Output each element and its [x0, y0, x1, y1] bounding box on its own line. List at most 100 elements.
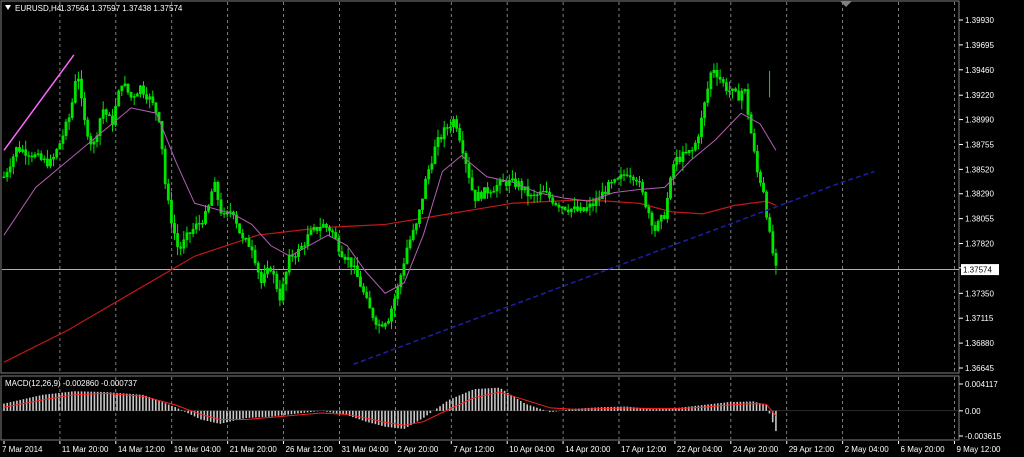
candle-body	[275, 274, 279, 290]
candle-body	[430, 163, 434, 170]
candle-body	[241, 232, 245, 239]
candle-body	[579, 207, 583, 211]
candle-body	[554, 203, 558, 206]
candle-body	[8, 166, 12, 173]
candle-body	[135, 93, 139, 97]
candle-body	[697, 136, 700, 144]
candle-body	[27, 155, 31, 157]
candle-body	[309, 229, 313, 235]
candle-body	[222, 213, 226, 215]
candle-body	[67, 117, 71, 123]
candle-body	[64, 121, 68, 136]
chart-canvas[interactable]: 1.39930 1.39695 1.39460 1.39220 1.38990 1.387…	[0, 0, 1024, 457]
candle-body	[452, 119, 455, 128]
candle-body	[768, 217, 772, 232]
candle-body	[343, 256, 347, 260]
candle-body	[166, 183, 170, 201]
candle-body	[638, 180, 641, 183]
candle-body	[752, 133, 756, 152]
candle-body	[132, 96, 136, 98]
candle-body	[436, 137, 440, 147]
candle-body	[377, 324, 381, 326]
candle-body	[247, 238, 251, 247]
candle-body	[473, 189, 477, 202]
chart-window[interactable]: 1.39930 1.39695 1.39460 1.39220 1.38990 1.387…	[0, 0, 1024, 457]
candle-body	[73, 81, 77, 103]
candle-body	[774, 252, 778, 266]
time-tick-label: 7 Apr 12:00	[453, 445, 494, 454]
time-tick-label: 26 Mar 12:00	[286, 445, 334, 454]
candle-body	[631, 176, 635, 181]
candle-body	[765, 191, 769, 218]
candle-body	[529, 194, 533, 197]
candle-body	[731, 88, 734, 91]
candle-body	[746, 89, 750, 115]
current-price-label: 1.37574	[963, 266, 992, 275]
candle-body	[33, 154, 37, 158]
candle-body	[414, 223, 418, 231]
candle-body	[42, 158, 46, 161]
candle-body	[433, 146, 437, 164]
macd-indicator-label: MACD(12,26,9) -0.002860 -0.000737	[5, 379, 138, 388]
candle-body	[179, 246, 183, 249]
candle-body	[318, 226, 322, 231]
candle-body	[480, 191, 483, 199]
candle-body	[197, 223, 201, 225]
candle-body	[80, 78, 83, 99]
candle-body	[15, 147, 18, 157]
candle-body	[604, 191, 607, 195]
candle-body	[352, 265, 356, 268]
candle-body	[656, 221, 660, 231]
candle-body	[610, 182, 614, 184]
candle-body	[49, 158, 52, 167]
candle-body	[445, 127, 449, 129]
candle-body	[185, 232, 189, 240]
candle-body	[2, 176, 6, 178]
candle-body	[312, 226, 316, 231]
candle-body	[281, 283, 285, 301]
candle-body	[396, 286, 400, 299]
candle-body	[545, 190, 548, 193]
candle-body	[703, 102, 707, 119]
time-tick-label: 2 May 04:00	[845, 445, 890, 454]
candle-body	[263, 273, 266, 283]
price-tick-label: 1.38055	[965, 215, 994, 224]
price-tick-label: 1.37820	[965, 240, 994, 249]
time-tick-label: 2 Apr 20:00	[397, 445, 438, 454]
candle-body	[600, 191, 604, 199]
price-tick-label: 1.39460	[965, 66, 994, 75]
candle-body	[188, 232, 192, 234]
candle-body	[476, 191, 480, 202]
candle-body	[303, 245, 307, 247]
candle-body	[504, 181, 508, 186]
candle-body	[86, 119, 90, 137]
candle-body	[272, 270, 276, 275]
candle-body	[542, 190, 545, 193]
time-tick-label: 14 Mar 12:00	[118, 445, 166, 454]
candle-body	[724, 82, 728, 92]
candle-body	[284, 272, 288, 285]
time-tick-label: 10 Apr 04:00	[509, 445, 555, 454]
candle-body	[92, 141, 96, 145]
candle-body	[148, 96, 152, 100]
candle-body	[625, 174, 629, 176]
candle-body	[194, 223, 198, 230]
candle-body	[328, 227, 331, 231]
candle-body	[442, 127, 446, 140]
price-tick-label: 1.38520	[965, 165, 994, 174]
symbol-label: EURUSD,H4	[15, 4, 62, 13]
price-tick-label: 1.39695	[965, 41, 994, 50]
candle-body	[408, 239, 412, 249]
candle-body	[24, 149, 28, 156]
candle-body	[126, 83, 130, 93]
candle-body	[238, 223, 242, 234]
time-tick-label: 24 Apr 20:00	[733, 445, 779, 454]
candle-body	[117, 90, 121, 107]
candle-body	[641, 182, 645, 193]
candle-body	[70, 102, 74, 118]
candle-body	[402, 263, 406, 276]
time-tick-label: 19 Mar 04:00	[174, 445, 222, 454]
candle-body	[383, 323, 387, 327]
price-tick-label: 1.39220	[965, 91, 994, 100]
candle-body	[511, 178, 514, 181]
